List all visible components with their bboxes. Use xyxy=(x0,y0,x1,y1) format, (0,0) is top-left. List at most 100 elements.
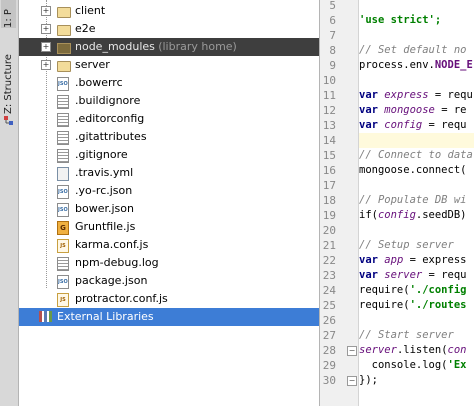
line-number: 20 xyxy=(322,224,336,237)
expand-icon[interactable]: + xyxy=(41,6,51,16)
text-file-icon xyxy=(57,149,69,163)
line-number: 21 xyxy=(322,239,336,252)
yaml-file-icon xyxy=(57,167,69,181)
line-number: 11 xyxy=(322,89,336,102)
line-number: 10 xyxy=(322,74,336,87)
tree-item-gitignore[interactable]: .gitignore xyxy=(19,146,319,164)
tree-item-label: npm-debug.log xyxy=(75,256,159,269)
js-file-icon: JS xyxy=(57,293,69,307)
code-line-28: server.listen(con xyxy=(359,344,467,356)
line-number: 26 xyxy=(322,314,336,327)
json-file-icon: JSON xyxy=(57,185,69,199)
line-number: 15 xyxy=(322,149,336,162)
tree-item-karma-conf-js[interactable]: JS karma.conf.js xyxy=(19,236,319,254)
line-number: 9 xyxy=(329,59,336,72)
tree-item-label: .buildignore xyxy=(75,94,141,107)
line-number: 12 xyxy=(322,104,336,117)
tree-item-package-json[interactable]: JSON package.json xyxy=(19,272,319,290)
tree-item-client[interactable]: + client xyxy=(19,2,319,20)
line-number: 25 xyxy=(322,299,336,312)
text-file-icon xyxy=(57,95,69,109)
tree-item-travis-yml[interactable]: .travis.yml xyxy=(19,164,319,182)
code-line-18: // Populate DB wi xyxy=(359,194,467,206)
code-line-11: var express = requ xyxy=(359,89,473,101)
code-line-30: }); xyxy=(359,374,378,386)
code-line-9: process.env.NODE_E xyxy=(359,59,473,71)
line-number: 24 xyxy=(322,284,336,297)
line-number: 23 xyxy=(322,269,336,282)
tree-item-label: .yo-rc.json xyxy=(75,184,133,197)
tree-item-label: protractor.conf.js xyxy=(75,292,168,305)
project-tool-tab[interactable]: 1: P xyxy=(1,0,16,28)
line-number: 19 xyxy=(322,209,336,222)
tree-item-label: server xyxy=(75,58,110,71)
tree-item-bowerrc[interactable]: JSON .bowerrc xyxy=(19,74,319,92)
text-file-icon xyxy=(57,257,69,271)
code-line-14-current xyxy=(359,133,474,148)
line-number: 16 xyxy=(322,164,336,177)
project-tool-tab-label: 1: P xyxy=(3,9,14,28)
structure-icon xyxy=(4,116,14,126)
tree-item-gruntfile-js[interactable]: G Gruntfile.js xyxy=(19,218,319,236)
project-tree[interactable]: + client + e2e + node_modules (library home) + s… xyxy=(19,0,319,406)
code-line-27: // Start server xyxy=(359,329,454,341)
expand-icon[interactable]: + xyxy=(41,24,51,34)
line-number: 5 xyxy=(329,0,336,12)
tree-item-bower-json[interactable]: JSON bower.json xyxy=(19,200,319,218)
code-line-21: // Setup server xyxy=(359,239,454,251)
tree-item-label: node_modules xyxy=(75,40,155,53)
fold-marker-icon[interactable]: − xyxy=(347,346,357,356)
tree-item-label: .gitattributes xyxy=(75,130,147,143)
code-editor[interactable]: 'use strict'; // Set default no process.… xyxy=(359,0,474,406)
library-home-hint: (library home) xyxy=(158,40,237,53)
tree-item-buildignore[interactable]: .buildignore xyxy=(19,92,319,110)
code-line-19: if(config.seedDB) xyxy=(359,209,467,221)
line-number: 8 xyxy=(329,44,336,57)
structure-tool-tab[interactable]: Z: Structure xyxy=(1,48,16,114)
tree-item-label: package.json xyxy=(75,274,148,287)
expand-icon[interactable]: + xyxy=(41,60,51,70)
tree-item-editorconfig[interactable]: .editorconfig xyxy=(19,110,319,128)
tree-item-node-modules[interactable]: + node_modules (library home) xyxy=(19,38,319,56)
line-number: 27 xyxy=(322,329,336,342)
folder-icon xyxy=(57,25,71,36)
code-line-8: // Set default no xyxy=(359,44,467,56)
tree-item-e2e[interactable]: + e2e xyxy=(19,20,319,38)
folder-icon xyxy=(57,43,71,54)
line-number: 29 xyxy=(322,359,336,372)
code-line-25: require('./routes xyxy=(359,299,467,311)
line-number: 6 xyxy=(329,14,336,27)
tree-item-label: External Libraries xyxy=(57,310,154,323)
line-number: 17 xyxy=(322,179,336,192)
tree-item-npm-debug-log[interactable]: npm-debug.log xyxy=(19,254,319,272)
expand-icon[interactable]: + xyxy=(41,42,51,52)
code-line-22: var app = express xyxy=(359,254,467,266)
tree-item-label: .editorconfig xyxy=(75,112,145,125)
text-file-icon xyxy=(57,113,69,127)
tree-item-yo-rc-json[interactable]: JSON .yo-rc.json xyxy=(19,182,319,200)
editor-gutter: 5 6 7 8 9 10 11 12 13 14 15 16 17 18 19 20 21 22 23 24 25 26 2… xyxy=(320,0,359,406)
tree-item-gitattributes[interactable]: .gitattributes xyxy=(19,128,319,146)
fold-marker-icon[interactable]: − xyxy=(347,376,357,386)
code-line-6: 'use strict'; xyxy=(359,14,442,26)
code-line-12: var mongoose = re xyxy=(359,104,467,116)
line-number: 18 xyxy=(322,194,336,207)
code-line-16: mongoose.connect( xyxy=(359,164,467,176)
tree-item-label: .travis.yml xyxy=(75,166,134,179)
tree-item-label: client xyxy=(75,4,106,17)
tree-item-protractor-conf-js[interactable]: JS protractor.conf.js xyxy=(19,290,319,308)
grunt-file-icon: G xyxy=(57,221,69,235)
line-number: 22 xyxy=(322,254,336,267)
line-number: 14 xyxy=(322,134,336,147)
line-number: 28 xyxy=(322,344,336,357)
code-line-24: require('./config xyxy=(359,284,467,296)
folder-icon xyxy=(57,7,71,18)
tool-window-strip: 1: P Z: Structure xyxy=(0,0,19,406)
folder-icon xyxy=(57,61,71,72)
tree-item-label: e2e xyxy=(75,22,96,35)
text-file-icon xyxy=(57,131,69,145)
libraries-icon xyxy=(39,311,52,322)
tree-item-server[interactable]: + server xyxy=(19,56,319,74)
json-file-icon: JSON xyxy=(57,275,69,289)
tree-item-external-libraries[interactable]: External Libraries xyxy=(19,308,319,326)
